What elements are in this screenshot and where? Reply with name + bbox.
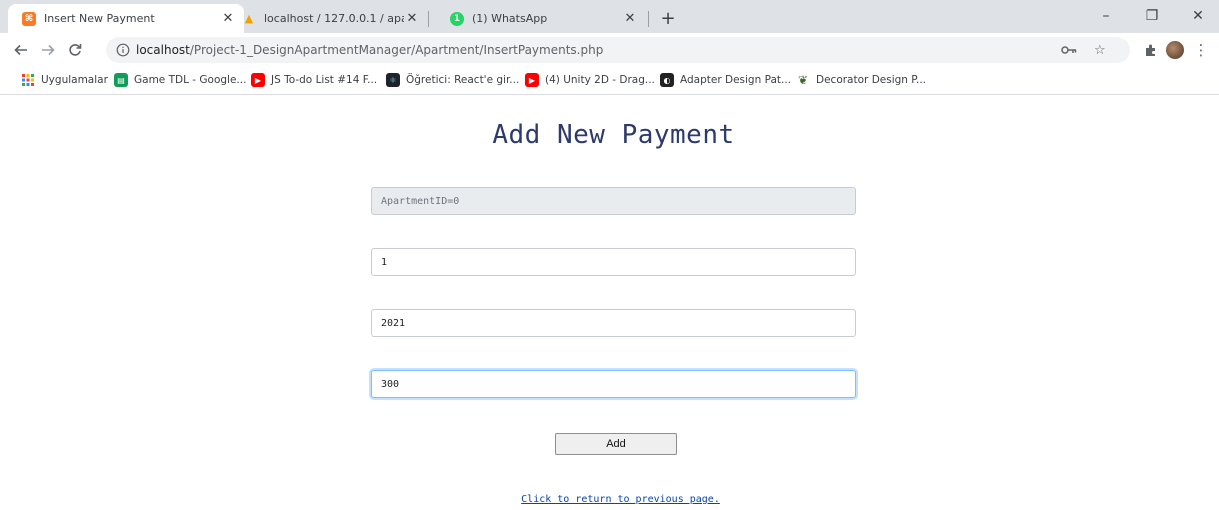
apartment-id-field[interactable] <box>371 187 856 215</box>
minimize-button[interactable]: – <box>1094 6 1118 26</box>
new-tab-button[interactable]: + <box>657 8 679 29</box>
bookmark-label: JS To-do List #14 F... <box>271 74 378 86</box>
month-field[interactable] <box>371 248 856 276</box>
address-bar[interactable]: localhost/Project-1_DesignApartmentManag… <box>106 37 1130 63</box>
react-icon: ⚛ <box>386 73 400 87</box>
refactoring-guru-icon: ❦ <box>797 73 809 87</box>
close-window-button[interactable]: ✕ <box>1186 6 1210 26</box>
reload-button[interactable] <box>64 39 86 61</box>
tab-strip: ⌘ Insert New Payment ✕ ▲ localhost / 127… <box>0 0 1219 33</box>
url-path: /Project-1_DesignApartmentManager/Apartm… <box>189 43 604 57</box>
page-title: Add New Payment <box>492 120 735 150</box>
tab-phpmyadmin[interactable]: ▲ localhost / 127.0.0.1 / apartment ✕ <box>228 4 428 33</box>
extensions-icon[interactable] <box>1140 39 1162 61</box>
page-content: Add New Payment Add Click to return to p… <box>0 96 1219 510</box>
bookmark-label: Uygulamalar <box>41 74 108 86</box>
youtube-icon: ▶ <box>525 73 539 87</box>
return-previous-page-link[interactable]: Click to return to previous page. <box>0 494 1219 505</box>
tab-insert-new-payment[interactable]: ⌘ Insert New Payment ✕ <box>8 4 244 33</box>
forward-button[interactable] <box>37 39 59 61</box>
google-sheets-icon: ▤ <box>114 73 128 87</box>
youtube-icon: ▶ <box>251 73 265 87</box>
tab-separator <box>648 11 649 27</box>
arrow-right-icon <box>42 44 55 56</box>
back-button[interactable] <box>10 39 32 61</box>
url-text: localhost/Project-1_DesignApartmentManag… <box>136 43 603 57</box>
bookmark-label: Decorator Design P... <box>816 74 926 86</box>
bookmark-apps[interactable]: Uygulamalar <box>21 72 108 88</box>
bookmark-label: (4) Unity 2D - Drag... <box>545 74 655 86</box>
apps-grid-icon <box>21 73 35 87</box>
bookmark-game-tdl[interactable]: ▤ Game TDL - Google... <box>114 72 246 88</box>
bookmark-label: Öğretici: React'e gir... <box>406 74 520 86</box>
close-tab-icon[interactable]: ✕ <box>404 11 420 27</box>
add-button[interactable]: Add <box>555 433 677 455</box>
bookmarks-bar: Uygulamalar ▤ Game TDL - Google... ▶ JS … <box>0 66 1219 95</box>
bookmark-label: Adapter Design Pat... <box>680 74 792 86</box>
whatsapp-icon: 1 <box>450 11 464 26</box>
restore-button[interactable]: ❐ <box>1140 6 1164 26</box>
browser-toolbar: localhost/Project-1_DesignApartmentManag… <box>0 33 1219 66</box>
bookmark-decorator[interactable]: ❦ Decorator Design P... <box>796 72 926 88</box>
bookmark-label: Game TDL - Google... <box>134 74 247 86</box>
reload-icon <box>69 44 82 56</box>
refactoring-guru-icon: ◐ <box>660 73 674 87</box>
phpmyadmin-icon: ▲ <box>244 12 254 25</box>
key-icon[interactable] <box>1061 37 1077 63</box>
avatar-image <box>1166 41 1184 59</box>
tab-title: (1) WhatsApp <box>472 12 548 25</box>
menu-kebab-icon[interactable]: ⋮ <box>1190 39 1212 61</box>
amount-field[interactable] <box>371 370 856 398</box>
bookmark-js-todo[interactable]: ▶ JS To-do List #14 F... <box>251 72 377 88</box>
star-icon[interactable]: ☆ <box>1094 37 1106 63</box>
xampp-icon: ⌘ <box>22 11 36 26</box>
bookmark-react[interactable]: ⚛ Öğretici: React'e gir... <box>386 72 519 88</box>
tab-title: Insert New Payment <box>44 12 155 25</box>
close-tab-icon[interactable]: ✕ <box>622 11 638 27</box>
tab-title: localhost / 127.0.0.1 / apartment <box>264 12 404 25</box>
profile-avatar[interactable] <box>1164 39 1186 61</box>
bookmark-unity[interactable]: ▶ (4) Unity 2D - Drag... <box>525 72 655 88</box>
bookmark-adapter[interactable]: ◐ Adapter Design Pat... <box>660 72 791 88</box>
info-icon[interactable] <box>114 41 132 59</box>
arrow-left-icon <box>14 44 27 56</box>
tab-separator <box>428 11 429 27</box>
url-host: localhost <box>136 43 190 57</box>
year-field[interactable] <box>371 309 856 337</box>
tab-whatsapp[interactable]: 1 (1) WhatsApp ✕ <box>436 4 646 33</box>
